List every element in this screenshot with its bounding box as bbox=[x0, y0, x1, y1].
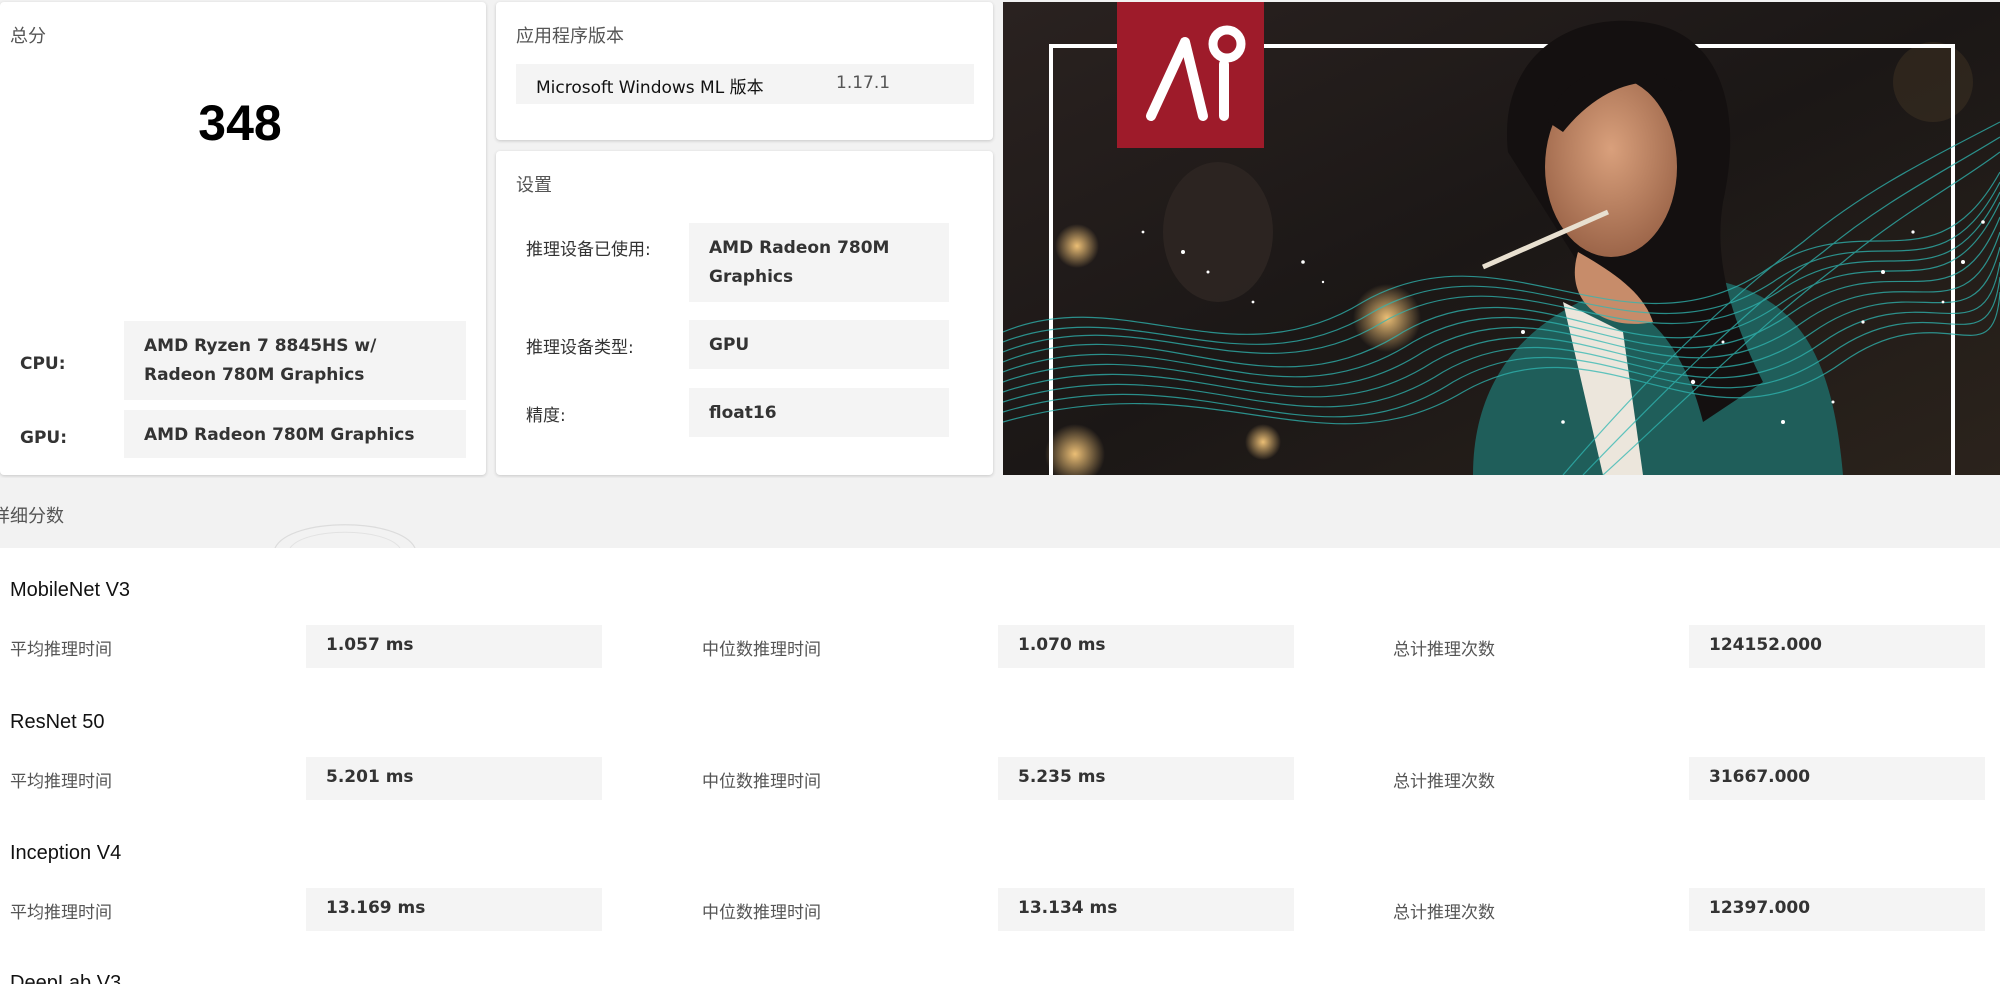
gpu-label: GPU: bbox=[20, 428, 68, 448]
avg-inference-time-value: 1.057 ms bbox=[306, 625, 602, 668]
hero-banner-image bbox=[1003, 2, 2000, 475]
bokeh-light bbox=[1245, 424, 1281, 460]
avg-inference-time-label: 平均推理时间 bbox=[10, 640, 112, 660]
total-score-card: 总分 348 CPU: AMD Ryzen 7 8845HS w/ Radeon… bbox=[0, 2, 486, 475]
median-inference-time-label: 中位数推理时间 bbox=[702, 640, 821, 660]
avg-inference-time-label: 平均推理时间 bbox=[10, 903, 112, 923]
median-inference-time-value: 5.235 ms bbox=[998, 757, 1294, 800]
hero-illustration bbox=[1003, 2, 2000, 475]
gpu-value: AMD Radeon 780M Graphics bbox=[124, 410, 466, 458]
benchmark-results-page: 总分 348 CPU: AMD Ryzen 7 8845HS w/ Radeon… bbox=[0, 0, 2000, 984]
settings-title: 设置 bbox=[516, 175, 552, 196]
model-name-inception-v4: Inception V4 bbox=[10, 842, 122, 864]
model-name-mobilenet-v3: MobileNet V3 bbox=[10, 579, 131, 601]
app-version-card: 应用程序版本 Microsoft Windows ML 版本 1.17.1 bbox=[496, 2, 993, 140]
decorative-circle bbox=[274, 524, 416, 548]
median-inference-time-label: 中位数推理时间 bbox=[702, 772, 821, 792]
app-name: Microsoft Windows ML 版本 bbox=[536, 78, 764, 98]
detailed-scores-panel: MobileNet V3 平均推理时间 1.057 ms 中位数推理时间 1.0… bbox=[0, 548, 2000, 984]
avg-inference-time-value: 13.169 ms bbox=[306, 888, 602, 931]
total-inference-count-value: 31667.000 bbox=[1689, 757, 1985, 800]
median-inference-time-label: 中位数推理时间 bbox=[702, 903, 821, 923]
cpu-value: AMD Ryzen 7 8845HS w/ Radeon 780M Graphi… bbox=[124, 321, 466, 400]
ai-logo bbox=[1117, 2, 1264, 148]
total-inference-count-value: 12397.000 bbox=[1689, 888, 1985, 931]
app-version-number: 1.17.1 bbox=[836, 73, 891, 93]
median-inference-time-value: 13.134 ms bbox=[998, 888, 1294, 931]
app-version-row: Microsoft Windows ML 版本 1.17.1 bbox=[516, 64, 974, 104]
total-inference-count-value: 124152.000 bbox=[1689, 625, 1985, 668]
precision-label: 精度: bbox=[526, 406, 566, 426]
bokeh-light bbox=[1055, 224, 1099, 268]
app-version-title: 应用程序版本 bbox=[516, 26, 624, 47]
precision-value: float16 bbox=[689, 388, 949, 437]
total-inference-count-label: 总计推理次数 bbox=[1393, 903, 1495, 923]
settings-card: 设置 推理设备已使用: AMD Radeon 780M Graphics 推理设… bbox=[496, 151, 993, 475]
total-score-title: 总分 bbox=[10, 26, 46, 47]
avg-inference-time-label: 平均推理时间 bbox=[10, 772, 112, 792]
total-score-value: 348 bbox=[198, 95, 282, 151]
total-inference-count-label: 总计推理次数 bbox=[1393, 772, 1495, 792]
model-name-deeplab-v3: DeepLab V3 bbox=[10, 972, 122, 984]
device-used-label: 推理设备已使用: bbox=[526, 240, 651, 260]
model-name-resnet-50: ResNet 50 bbox=[10, 711, 105, 733]
device-type-label: 推理设备类型: bbox=[526, 338, 634, 358]
device-type-value: GPU bbox=[689, 320, 949, 369]
avg-inference-time-value: 5.201 ms bbox=[306, 757, 602, 800]
median-inference-time-value: 1.070 ms bbox=[998, 625, 1294, 668]
detailed-scores-title: 详细分数 bbox=[0, 506, 64, 527]
device-used-value: AMD Radeon 780M Graphics bbox=[689, 223, 949, 302]
total-inference-count-label: 总计推理次数 bbox=[1393, 640, 1495, 660]
detailed-scores-header: 详细分数 bbox=[0, 478, 2000, 548]
cpu-label: CPU: bbox=[20, 354, 66, 374]
